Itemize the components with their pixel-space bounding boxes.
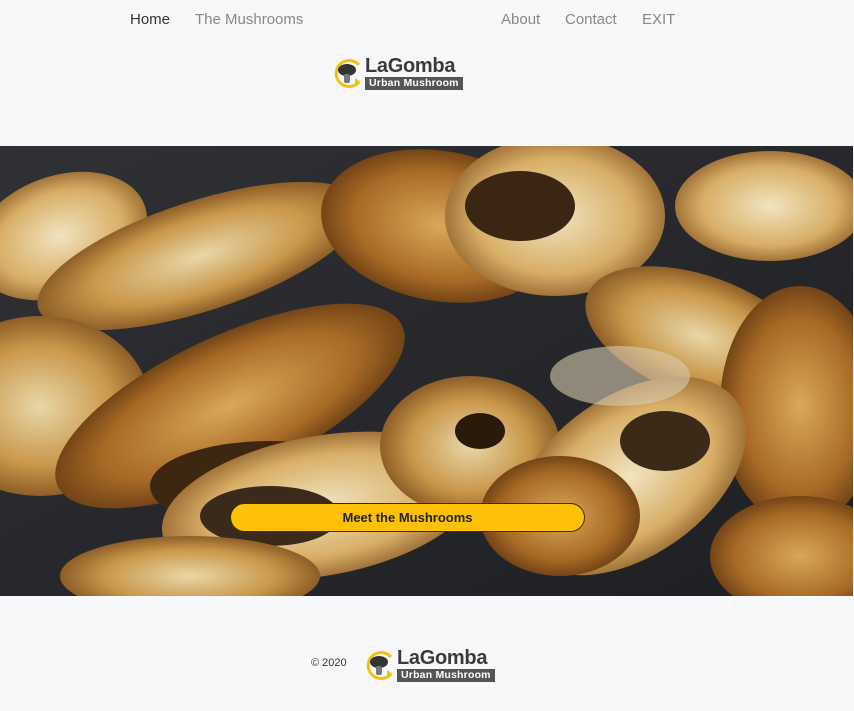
top-nav: Home The Mushrooms About Contact EXIT (0, 0, 854, 40)
nav-mushrooms-link[interactable]: The Mushrooms (195, 11, 303, 28)
logo-tagline: Urban Mushroom (397, 669, 495, 682)
mushroom-logo-icon (366, 650, 393, 680)
logo-tagline: Urban Mushroom (365, 77, 463, 90)
nav-contact-link[interactable]: Contact (565, 11, 617, 28)
footer-logo[interactable]: LaGomba Urban Mushroom (363, 648, 495, 682)
footer-copyright: © 2020 (311, 657, 347, 669)
nav-exit-link[interactable]: EXIT (642, 11, 675, 28)
hero-banner: Meet the Mushrooms (0, 146, 853, 596)
page: Home The Mushrooms About Contact EXIT La… (0, 0, 854, 711)
logo-name: LaGomba (397, 647, 488, 669)
mushroom-logo-icon (334, 58, 361, 88)
logo-name: LaGomba (365, 55, 456, 77)
nav-about-link[interactable]: About (501, 11, 540, 28)
header-logo[interactable]: LaGomba Urban Mushroom (331, 56, 463, 90)
nav-home-link[interactable]: Home (130, 11, 170, 28)
meet-the-mushrooms-button[interactable]: Meet the Mushrooms (230, 503, 585, 532)
